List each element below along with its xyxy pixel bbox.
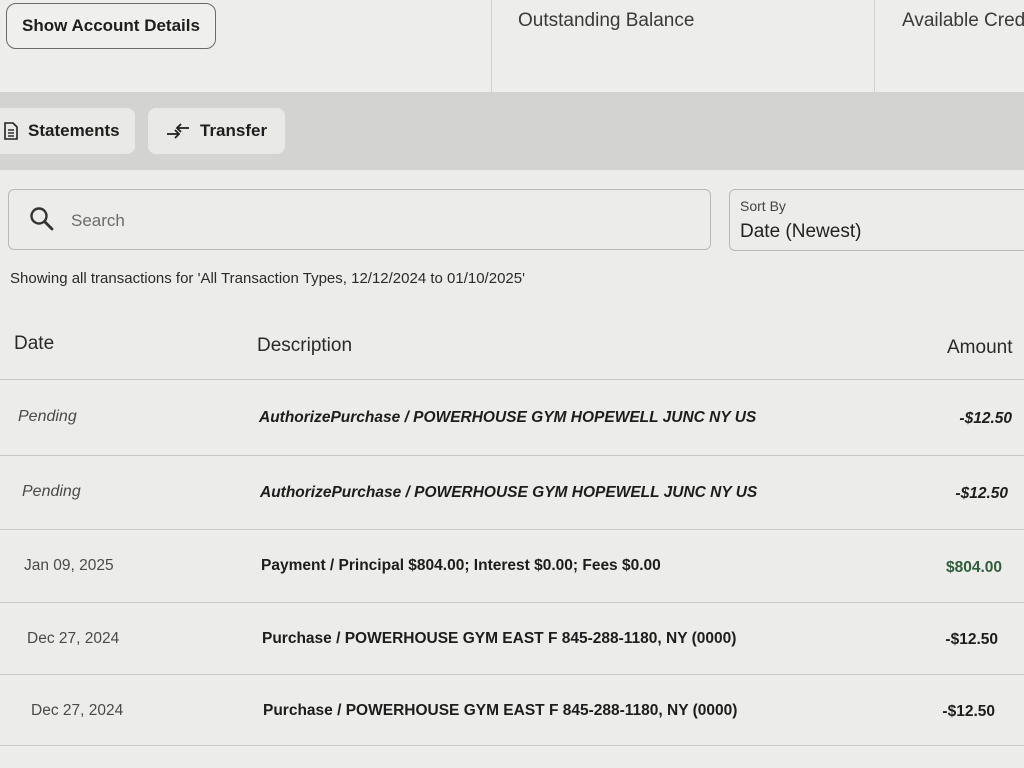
row-description: Payment / Principal $804.00; Interest $0…: [261, 557, 661, 574]
sort-by-label: Sort By: [740, 198, 786, 214]
outstanding-balance-label: Outstanding Balance: [518, 10, 695, 31]
row-divider: [0, 674, 1024, 675]
document-icon: [4, 122, 18, 140]
column-header-date[interactable]: Date: [14, 333, 54, 355]
transfer-arrows-icon: [166, 123, 190, 139]
show-account-details-button[interactable]: Show Account Details: [6, 3, 216, 49]
row-date: Pending: [18, 408, 77, 425]
row-amount: -$12.50: [955, 485, 1008, 502]
row-description: Purchase / POWERHOUSE GYM EAST F 845-288…: [263, 702, 738, 719]
summary-divider: [874, 0, 875, 92]
statements-label: Statements: [28, 121, 120, 140]
row-amount: -$12.50: [945, 631, 998, 648]
summary-divider: [491, 0, 492, 92]
row-divider: [0, 529, 1024, 530]
search-box: [8, 189, 711, 250]
row-date: Dec 27, 2024: [27, 630, 120, 647]
sort-by-value: Date (Newest): [740, 221, 862, 242]
filter-summary: Showing all transactions for 'All Transa…: [10, 270, 525, 287]
row-divider: [0, 455, 1024, 456]
row-date: Dec 27, 2024: [31, 702, 124, 719]
search-input[interactable]: [69, 204, 673, 238]
available-credit-label: Available Cred: [902, 10, 1024, 31]
transfer-label: Transfer: [200, 121, 268, 140]
column-header-amount[interactable]: Amount: [947, 337, 1012, 359]
row-divider: [0, 745, 1024, 746]
filter-summary-criteria: 'All Transaction Types, 12/12/2024 to 01…: [197, 270, 525, 287]
row-amount: -$12.50: [959, 410, 1012, 427]
statements-button[interactable]: Statements: [0, 108, 135, 154]
row-amount: $804.00: [945, 559, 1002, 576]
transfer-button[interactable]: Transfer: [148, 108, 285, 154]
row-amount: -$12.50: [942, 703, 995, 720]
row-description: Purchase / POWERHOUSE GYM EAST F 845-288…: [262, 630, 737, 647]
row-date: Pending: [22, 483, 81, 500]
filter-summary-prefix: Showing all transactions for: [10, 270, 198, 287]
row-divider: [0, 602, 1024, 603]
column-header-description[interactable]: Description: [257, 335, 352, 357]
search-icon: [29, 206, 55, 237]
sort-by-select[interactable]: Sort By Date (Newest): [729, 189, 1024, 251]
row-description: AuthorizePurchase / POWERHOUSE GYM HOPEW…: [260, 484, 758, 501]
row-description: AuthorizePurchase / POWERHOUSE GYM HOPEW…: [259, 409, 757, 426]
row-date: Jan 09, 2025: [24, 557, 114, 574]
header-divider: [0, 379, 1024, 380]
